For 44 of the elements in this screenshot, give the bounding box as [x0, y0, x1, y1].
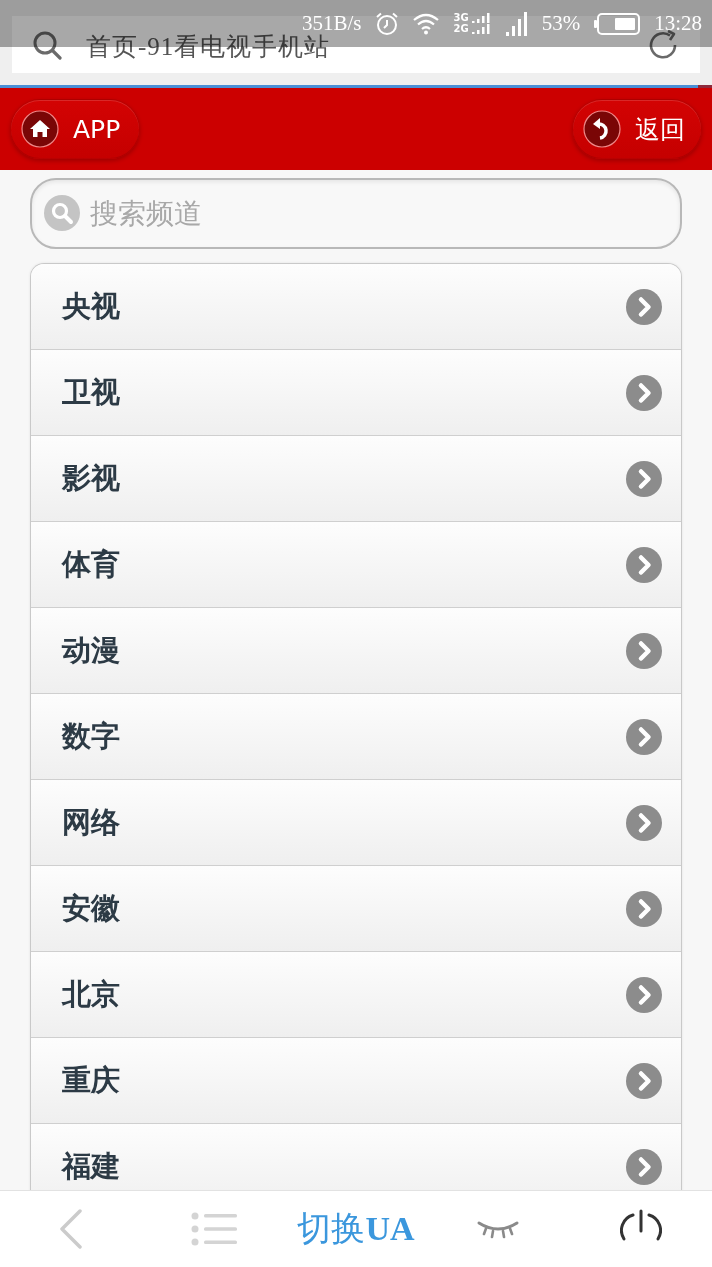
chevron-right-icon: [626, 976, 662, 1013]
channel-row[interactable]: 影视: [31, 436, 681, 522]
channel-row[interactable]: 央视: [31, 264, 681, 350]
chevron-right-icon: [626, 460, 662, 497]
alarm-clock-icon: [375, 11, 400, 36]
chevron-right-icon: [626, 1148, 662, 1185]
network-speed: 351B/s: [301, 13, 362, 34]
search-icon: [32, 29, 62, 60]
channel-row[interactable]: 安徽: [31, 866, 681, 952]
chevron-right-icon: [626, 546, 662, 583]
channel-row[interactable]: 北京: [31, 952, 681, 1038]
wifi-icon: [413, 12, 440, 35]
network-type: 2G: [453, 24, 469, 34]
channel-row[interactable]: 卫视: [31, 350, 681, 436]
back-button[interactable]: 返回: [572, 99, 702, 159]
chevron-right-icon: [626, 632, 662, 669]
channel-row[interactable]: 动漫: [31, 608, 681, 694]
closed-eye-icon: [477, 1219, 520, 1239]
channel-row[interactable]: 重庆: [31, 1038, 681, 1124]
chevron-right-icon: [626, 890, 662, 927]
chevron-right-icon: [626, 288, 662, 325]
list-icon: [190, 1212, 237, 1246]
channel-row[interactable]: 网络: [31, 780, 681, 866]
home-button[interactable]: APP: [10, 99, 140, 159]
network-type: 3G: [453, 13, 469, 23]
signal-icon: [505, 11, 528, 36]
search-icon: [44, 195, 80, 231]
signal-bars-icon: [471, 24, 492, 34]
search-field[interactable]: 搜索频道: [30, 178, 682, 249]
chevron-right-icon: [626, 718, 662, 755]
eye-button[interactable]: [477, 1219, 520, 1239]
chevron-right-icon: [626, 1062, 662, 1099]
battery-percent: 53%: [541, 13, 581, 34]
clock-time: 13:28: [654, 13, 702, 34]
chevron-right-icon: [626, 374, 662, 411]
signal-bars-icon: [471, 13, 492, 23]
page-title: 首页-91看电视手机站: [86, 31, 331, 62]
channel-row[interactable]: 数字: [31, 694, 681, 780]
channel-row[interactable]: 福建: [31, 1124, 681, 1190]
chevron-left-icon: [58, 1209, 85, 1249]
chevron-right-icon: [626, 804, 662, 841]
channel-row[interactable]: 体育: [31, 522, 681, 608]
home-icon: [21, 110, 59, 148]
battery-icon: [594, 12, 641, 35]
